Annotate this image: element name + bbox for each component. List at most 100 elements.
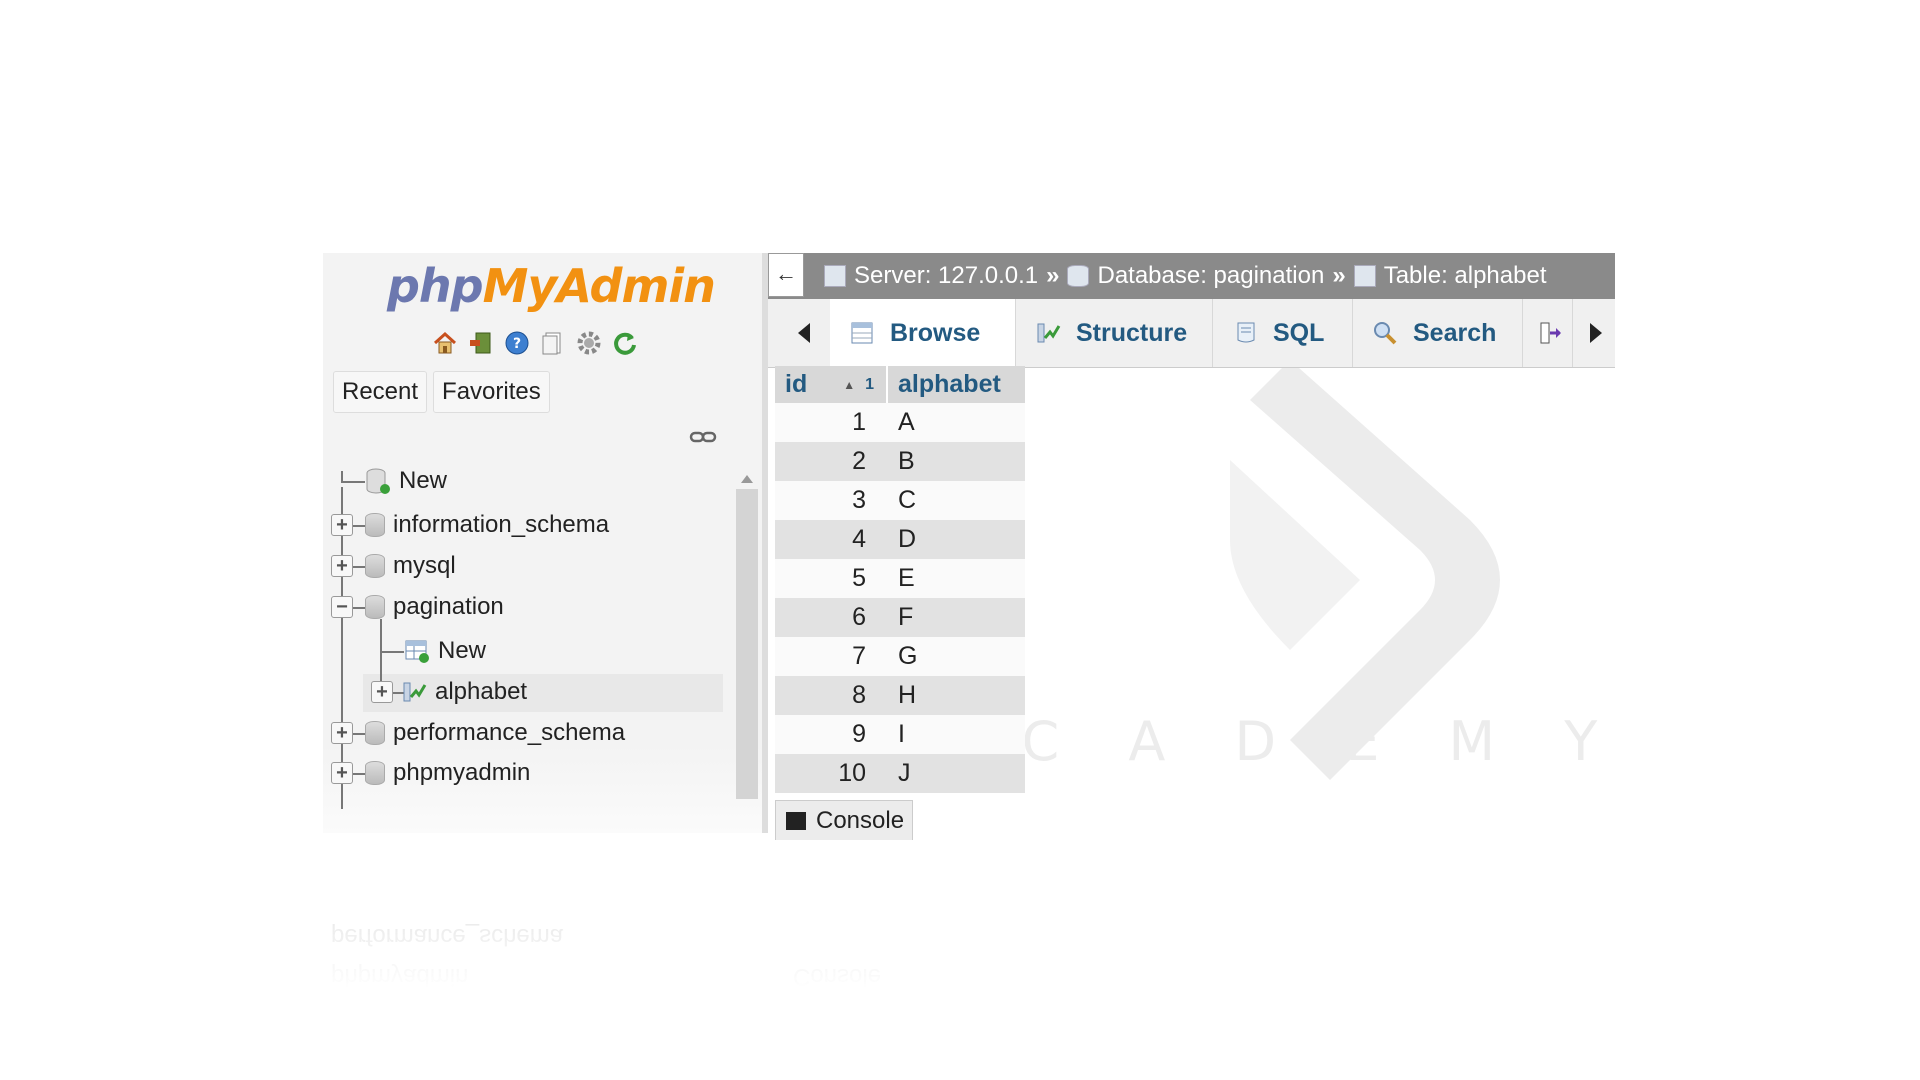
cell-alphabet[interactable]: E <box>888 564 915 593</box>
nav-scrollbar[interactable] <box>736 475 758 815</box>
tree-item-new-database[interactable]: New <box>365 463 447 499</box>
navigation-panel: phpMyAdmin ? Recent Favorites New + info… <box>323 253 763 833</box>
column-header-id[interactable]: id ▲ 1 <box>775 366 888 403</box>
scrollbar-thumb[interactable] <box>736 489 758 799</box>
database-icon <box>365 761 385 785</box>
cell-id[interactable]: 7 <box>775 642 888 671</box>
table-row[interactable]: 4D <box>775 520 1025 559</box>
tree-label: information_schema <box>393 511 610 538</box>
tree-item-pagination[interactable]: − pagination <box>331 589 504 625</box>
table-row[interactable]: 1A <box>775 403 1025 442</box>
nav-tab-buttons: Recent Favorites <box>333 371 550 413</box>
table-row[interactable]: 10 J <box>775 754 1025 793</box>
cell-id[interactable]: 3 <box>775 486 888 515</box>
cell-alphabet[interactable]: J <box>888 759 911 788</box>
table-row[interactable]: 9I <box>775 715 1025 754</box>
reflection-label: phpmyadmin <box>331 963 469 990</box>
cell-alphabet[interactable]: G <box>888 642 917 671</box>
recent-button[interactable]: Recent <box>333 371 428 413</box>
table-row[interactable]: 7G <box>775 637 1025 676</box>
cell-alphabet[interactable]: I <box>888 720 905 749</box>
tree-item-information-schema[interactable]: + information_schema <box>331 507 609 543</box>
results-table: id ▲ 1 alphabet 1 A 2 B 3 C 4 D 5 E 6 F 7 G 8 H 9 I 10 J <box>775 366 1025 793</box>
expand-button[interactable]: + <box>331 762 353 784</box>
tree-label: pagination <box>393 593 504 620</box>
main-tab-bar: Browse Structure SQL Search <box>768 299 1615 368</box>
link-with-main-panel-icon[interactable] <box>689 429 717 450</box>
logout-icon[interactable] <box>467 329 495 357</box>
expand-button[interactable]: + <box>331 514 353 536</box>
tree-label: performance_schema <box>393 719 626 746</box>
home-icon[interactable] <box>431 329 459 357</box>
cell-alphabet[interactable]: D <box>888 525 916 554</box>
database-icon <box>365 595 385 619</box>
tabs-scroll-right-icon[interactable] <box>1590 323 1602 343</box>
reflection-console: Console <box>793 962 881 990</box>
cell-id[interactable]: 8 <box>775 681 888 710</box>
sort-order-index: 1 <box>865 375 875 393</box>
favorites-button[interactable]: Favorites <box>433 371 550 413</box>
column-header-alphabet[interactable]: alphabet <box>888 370 1001 399</box>
cell-id[interactable]: 5 <box>775 564 888 593</box>
breadcrumb-table[interactable]: Table: alphabet <box>1384 262 1547 290</box>
tab-browse[interactable]: Browse <box>830 299 1016 367</box>
tab-sql[interactable]: SQL <box>1213 299 1353 367</box>
docs-icon[interactable] <box>539 329 567 357</box>
cell-id[interactable]: 6 <box>775 603 888 632</box>
cell-alphabet[interactable]: A <box>888 408 915 437</box>
tab-insert[interactable] <box>1523 299 1573 367</box>
expand-button[interactable]: + <box>331 555 353 577</box>
cell-id[interactable]: 10 <box>775 759 888 788</box>
cell-alphabet[interactable]: H <box>888 681 916 710</box>
table-row[interactable]: 6F <box>775 598 1025 637</box>
cell-alphabet[interactable]: B <box>888 447 915 476</box>
browse-icon <box>848 319 876 347</box>
help-icon[interactable]: ? <box>503 329 531 357</box>
tab-structure[interactable]: Structure <box>1016 299 1213 367</box>
cell-id[interactable]: 4 <box>775 525 888 554</box>
reflection-tree-item: phpmyadmin <box>331 962 468 990</box>
reflection-effect: phpmyadmin performance_schema Console <box>323 840 1043 990</box>
tree-item-performance-schema[interactable]: + performance_schema <box>331 715 625 751</box>
cell-id[interactable]: 2 <box>775 447 888 476</box>
tree-label: mysql <box>393 552 456 579</box>
tab-label: Structure <box>1076 318 1188 347</box>
settings-icon[interactable] <box>575 329 603 357</box>
table-row[interactable]: 3C <box>775 481 1025 520</box>
console-toggle[interactable]: Console <box>775 800 913 840</box>
sql-icon <box>1231 319 1259 347</box>
database-icon <box>365 721 385 745</box>
svg-text:?: ? <box>513 336 521 352</box>
tree-item-phpmyadmin[interactable]: + phpmyadmin <box>331 755 530 791</box>
tabs-scroll-left-icon[interactable] <box>798 323 810 343</box>
back-button[interactable]: ← <box>768 253 804 297</box>
tab-search[interactable]: Search <box>1353 299 1523 367</box>
console-label: Console <box>816 806 905 834</box>
cell-id[interactable]: 1 <box>775 408 888 437</box>
table-row[interactable]: 8H <box>775 676 1025 715</box>
breadcrumb: Server: 127.0.0.1 » Database: pagination… <box>824 253 1546 299</box>
database-icon <box>1067 265 1090 287</box>
tree-item-new-table[interactable]: New <box>404 633 486 669</box>
breadcrumb-database[interactable]: Database: pagination <box>1097 262 1324 290</box>
table-header-row: id ▲ 1 alphabet <box>775 366 1025 403</box>
phpmyadmin-logo[interactable]: phpMyAdmin <box>387 259 716 313</box>
table-structure-icon <box>403 682 427 702</box>
breadcrumb-separator: » <box>1046 262 1060 289</box>
collapse-button[interactable]: − <box>331 596 353 618</box>
tree-item-mysql[interactable]: + mysql <box>331 548 456 584</box>
cell-alphabet[interactable]: F <box>888 603 913 632</box>
scroll-up-icon[interactable] <box>741 475 753 483</box>
breadcrumb-server[interactable]: Server: 127.0.0.1 <box>854 262 1038 290</box>
sort-ascending-icon: ▲ <box>843 377 856 392</box>
cell-id[interactable]: 9 <box>775 720 888 749</box>
database-icon <box>365 513 385 537</box>
table-row[interactable]: 2B <box>775 442 1025 481</box>
cell-alphabet[interactable]: C <box>888 486 916 515</box>
table-row[interactable]: 5E <box>775 559 1025 598</box>
expand-button[interactable]: + <box>331 722 353 744</box>
tree-label: phpmyadmin <box>393 759 531 786</box>
reload-icon[interactable] <box>611 329 639 357</box>
tree-item-alphabet[interactable]: + alphabet <box>371 674 527 710</box>
expand-button[interactable]: + <box>371 681 393 703</box>
